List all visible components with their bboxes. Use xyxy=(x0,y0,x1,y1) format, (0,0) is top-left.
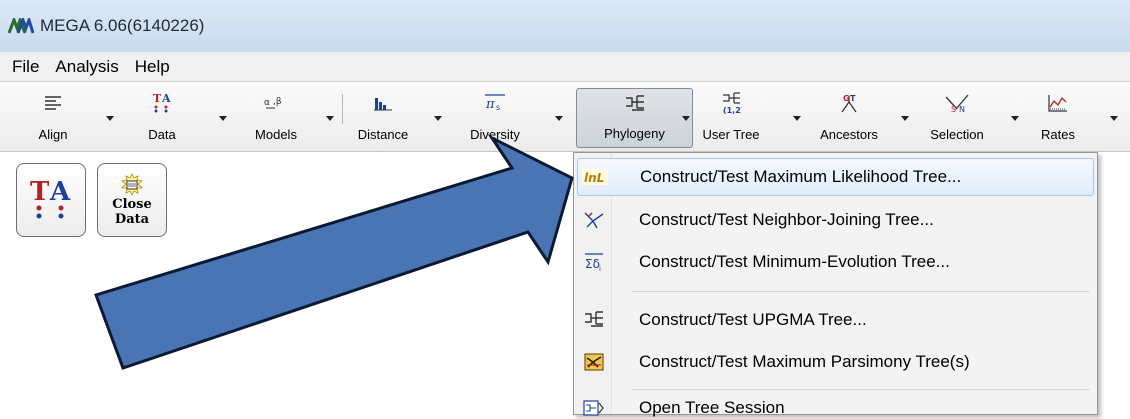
models-icon: α ,β xyxy=(263,90,289,116)
menu-bar: File Analysis Help xyxy=(0,52,1130,82)
distance-button[interactable]: Distance xyxy=(351,88,415,148)
phylogeny-dropdown-menu: lnL Construct/Test Maximum Likelihood Tr… xyxy=(573,152,1098,417)
menu-item-label: Construct/Test Maximum Parsimony Tree(s) xyxy=(639,352,970,371)
rates-icon xyxy=(1047,90,1069,116)
menu-help[interactable]: Help xyxy=(127,54,178,80)
user-tree-label: User Tree xyxy=(702,127,760,142)
svg-text:N: N xyxy=(959,105,965,113)
ta-data-icon: T A xyxy=(30,177,71,219)
svg-text:,β: ,β xyxy=(273,97,282,107)
mega-app-icon xyxy=(8,16,38,36)
minimum-evolution-icon: Σδ i xyxy=(577,252,611,272)
menu-item-label: Open Tree Session xyxy=(639,398,785,417)
models-label: Models xyxy=(255,127,297,142)
toolbar: Align T A Data α ,β Models Distance π s … xyxy=(0,82,1130,152)
svg-text:α: α xyxy=(264,98,270,108)
rates-label: Rates xyxy=(1041,127,1075,142)
svg-text:G: G xyxy=(843,94,850,103)
phylogeny-dropdown-arrow[interactable] xyxy=(682,116,690,121)
close-data-label: Close Data xyxy=(112,197,152,227)
title-bar: MEGA 6.06(6140226) xyxy=(0,0,1130,52)
diversity-label: Diversity xyxy=(470,127,520,142)
menu-item-neighbor-joining[interactable]: Construct/Test Neighbor-Joining Tree... xyxy=(577,201,1094,239)
user-tree-button[interactable]: (1,2) User Tree xyxy=(698,88,764,148)
distance-dropdown-arrow[interactable] xyxy=(434,116,442,121)
selection-dropdown-arrow[interactable] xyxy=(1011,116,1019,121)
svg-text:π: π xyxy=(485,97,495,112)
phylogeny-label: Phylogeny xyxy=(604,126,665,141)
menu-item-open-tree-session[interactable]: Open Tree Session xyxy=(577,397,1094,419)
menu-item-minimum-evolution[interactable]: Σδ i Construct/Test Minimum-Evolution Tr… xyxy=(577,243,1094,281)
data-dropdown-arrow[interactable] xyxy=(219,116,227,121)
menu-item-maximum-likelihood[interactable]: lnL Construct/Test Maximum Likelihood Tr… xyxy=(577,158,1094,196)
rates-dropdown-arrow[interactable] xyxy=(1110,116,1118,121)
upgma-icon xyxy=(577,310,611,330)
data-label: Data xyxy=(148,127,176,142)
diversity-dropdown-arrow[interactable] xyxy=(555,116,563,121)
close-data-icon xyxy=(121,173,143,196)
svg-text:Σδ: Σδ xyxy=(585,257,600,271)
svg-text:T: T xyxy=(30,177,50,207)
close-data-text: Close Data xyxy=(112,197,152,227)
data-explorer-button[interactable]: T A xyxy=(16,163,86,237)
menu-analysis[interactable]: Analysis xyxy=(47,54,126,80)
selection-label: Selection xyxy=(930,127,984,142)
svg-text:S: S xyxy=(951,105,956,113)
align-label: Align xyxy=(38,127,68,142)
data-icon: T A xyxy=(152,90,172,116)
maximum-parsimony-icon xyxy=(577,353,611,371)
ancestors-label: Ancestors xyxy=(820,127,878,142)
menu-file[interactable]: File xyxy=(4,54,47,80)
align-dropdown-arrow[interactable] xyxy=(106,116,114,121)
ancestors-icon: G T xyxy=(838,90,860,116)
neighbor-joining-icon xyxy=(577,210,611,230)
models-dropdown-arrow[interactable] xyxy=(326,116,334,121)
menu-item-maximum-parsimony[interactable]: Construct/Test Maximum Parsimony Tree(s) xyxy=(577,343,1094,381)
align-icon xyxy=(44,90,62,116)
selection-icon: N S xyxy=(944,90,970,116)
svg-text:T: T xyxy=(153,92,162,105)
phylogeny-tree-icon xyxy=(624,91,646,117)
ancestors-dropdown-arrow[interactable] xyxy=(901,116,909,121)
user-tree-dropdown-arrow[interactable] xyxy=(793,116,801,121)
phylogeny-button[interactable]: Phylogeny xyxy=(576,88,693,148)
user-tree-icon: (1,2) xyxy=(720,90,742,116)
svg-text:T: T xyxy=(850,94,856,103)
svg-text:A: A xyxy=(49,177,71,207)
ancestors-button[interactable]: G T Ancestors xyxy=(808,88,890,148)
distance-icon xyxy=(373,90,393,116)
menu-item-label: Construct/Test UPGMA Tree... xyxy=(639,310,867,329)
selection-button[interactable]: N S Selection xyxy=(918,88,996,148)
svg-text:s: s xyxy=(496,103,500,112)
data-button[interactable]: T A Data xyxy=(137,88,187,148)
svg-text:i: i xyxy=(599,265,601,272)
tree-session-icon xyxy=(577,399,611,417)
menu-separator xyxy=(632,389,1090,390)
svg-text:(1,2): (1,2) xyxy=(723,106,742,114)
menu-separator xyxy=(632,291,1090,292)
diversity-button[interactable]: π s Diversity xyxy=(460,88,530,148)
svg-text:A: A xyxy=(161,92,171,105)
diversity-icon: π s xyxy=(482,90,508,116)
window-title: MEGA 6.06(6140226) xyxy=(40,16,205,35)
maximum-likelihood-icon: lnL xyxy=(578,169,612,185)
menu-item-label: Construct/Test Neighbor-Joining Tree... xyxy=(639,210,934,229)
menu-item-upgma[interactable]: Construct/Test UPGMA Tree... xyxy=(577,301,1094,339)
toolbar-separator xyxy=(342,94,343,124)
menu-item-label: Construct/Test Maximum Likelihood Tree..… xyxy=(640,167,962,186)
align-button[interactable]: Align xyxy=(28,88,78,148)
models-button[interactable]: α ,β Models xyxy=(248,88,304,148)
rates-button[interactable]: Rates xyxy=(1030,88,1086,148)
close-data-button[interactable]: Close Data xyxy=(97,163,167,237)
distance-label: Distance xyxy=(357,127,409,142)
menu-item-label: Construct/Test Minimum-Evolution Tree... xyxy=(639,252,950,271)
lnl-text: lnL xyxy=(584,171,604,185)
